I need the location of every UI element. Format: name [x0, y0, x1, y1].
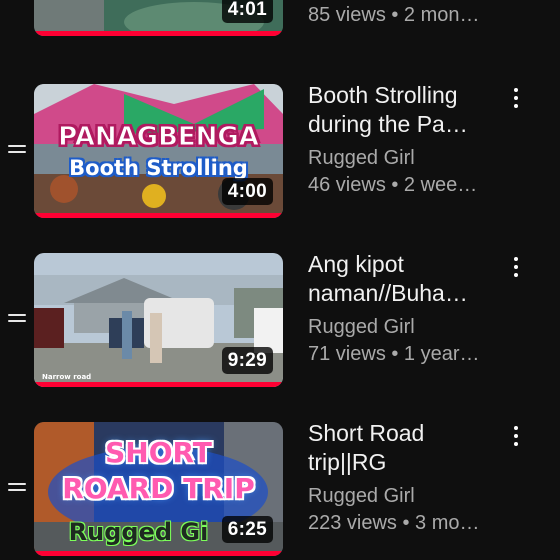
video-stats: 223 views • 3 mo…: [308, 512, 480, 534]
video-thumbnail[interactable]: Narrow road 9:29: [34, 253, 283, 387]
duration-badge: 9:29: [221, 347, 273, 374]
more-vert-icon[interactable]: [506, 255, 526, 281]
drag-handle-icon[interactable]: [8, 481, 26, 493]
channel-name[interactable]: Rugged Girl: [308, 314, 498, 340]
watch-progress-bar: [34, 382, 283, 387]
watch-progress-bar: [34, 551, 283, 556]
video-stats: 85 views • 2 mon…: [308, 4, 480, 26]
playlist-item[interactable]: PANAGBENGA Booth Strolling 4:00 Booth St…: [0, 82, 560, 227]
watch-progress-bar: [34, 213, 283, 218]
video-thumbnail[interactable]: SHORT ROARD TRIP Rugged Gi 6:25: [34, 422, 283, 556]
duration-badge: 4:01: [221, 0, 273, 23]
thumbnail-subtitle-text: Booth Strolling: [69, 156, 248, 180]
duration-badge: 4:00: [221, 178, 273, 205]
duration-badge: 6:25: [221, 516, 273, 543]
video-thumbnail[interactable]: PANAGBENGA Booth Strolling 4:00: [34, 84, 283, 218]
thumbnail-title-text: PANAGBENGA: [58, 122, 260, 153]
channel-name[interactable]: Rugged Girl: [308, 483, 498, 509]
thumbnail-title-text: SHORT: [105, 436, 212, 469]
video-stats: 71 views • 1 year…: [308, 343, 480, 365]
video-stats: 46 views • 2 wee…: [308, 174, 478, 196]
playlist-item[interactable]: 4:01 85 views • 2 mon…: [0, 0, 560, 47]
thumbnail-caption: Narrow road: [42, 373, 92, 381]
drag-handle-icon[interactable]: [8, 143, 26, 155]
drag-handle-icon[interactable]: [8, 312, 26, 324]
thumbnail-title-text: ROARD TRIP: [62, 472, 255, 505]
playlist-item[interactable]: Narrow road 9:29 Ang kipot naman//Buha… …: [0, 251, 560, 396]
video-title[interactable]: Short Road trip||RG: [308, 419, 498, 477]
playlist-item[interactable]: SHORT ROARD TRIP Rugged Gi 6:25 Short Ro…: [0, 420, 560, 560]
more-vert-icon[interactable]: [506, 86, 526, 112]
more-vert-icon[interactable]: [506, 424, 526, 450]
channel-name[interactable]: Rugged Girl: [308, 145, 498, 171]
video-thumbnail[interactable]: 4:01: [34, 0, 283, 36]
watch-progress-bar: [34, 31, 283, 36]
video-title[interactable]: Ang kipot naman//Buha…: [308, 250, 498, 308]
video-title[interactable]: Booth Strolling during the Pa…: [308, 81, 498, 139]
